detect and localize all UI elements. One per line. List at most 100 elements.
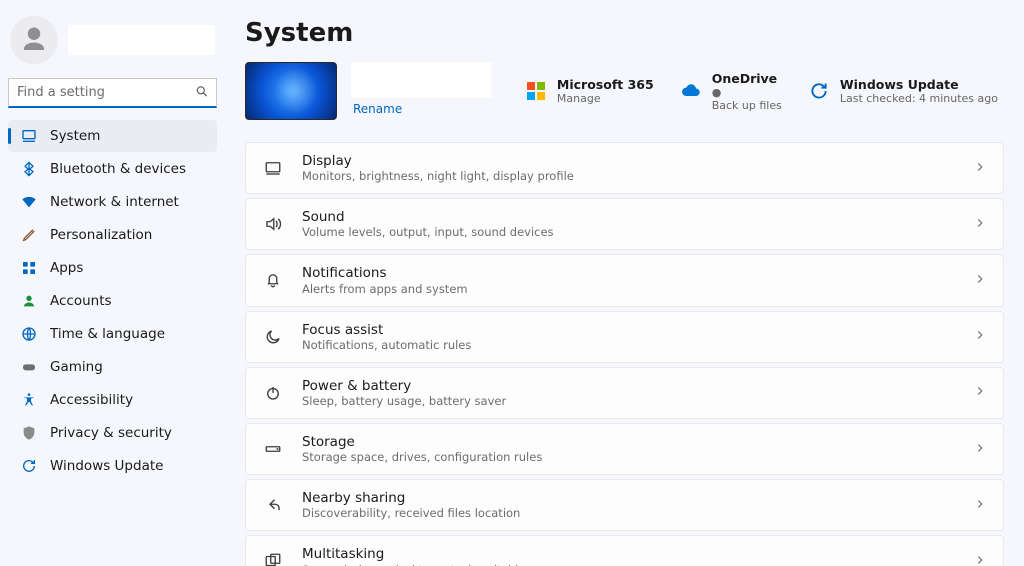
nav-system[interactable]: System <box>8 120 217 152</box>
nav-privacy[interactable]: Privacy & security <box>8 417 217 449</box>
moon-icon <box>262 326 284 348</box>
update-status-icon <box>808 80 830 102</box>
nav-label: Windows Update <box>50 458 163 474</box>
desktop-thumbnail[interactable] <box>245 62 337 120</box>
person-icon <box>19 25 49 55</box>
card-desc: Discoverability, received files location <box>302 506 955 520</box>
card-title: Nearby sharing <box>302 490 955 506</box>
card-notifications[interactable]: NotificationsAlerts from apps and system <box>245 254 1004 306</box>
profile-name-placeholder <box>68 25 215 55</box>
sound-icon <box>262 213 284 235</box>
card-title: Storage <box>302 434 955 450</box>
nav-time[interactable]: Time & language <box>8 318 217 350</box>
nav-accounts[interactable]: Accounts <box>8 285 217 317</box>
settings-list: DisplayMonitors, brightness, night light… <box>245 142 1004 566</box>
card-title: Sound <box>302 209 955 225</box>
card-desc: Notifications, automatic rules <box>302 338 955 352</box>
page-title: System <box>245 18 1004 48</box>
nav-list: System Bluetooth & devices Network & int… <box>8 120 217 482</box>
accessibility-icon <box>20 391 38 409</box>
apps-icon <box>20 259 38 277</box>
nav-label: System <box>50 128 100 144</box>
search-input[interactable] <box>8 78 217 108</box>
m365-sub: Manage <box>557 92 654 105</box>
nav-label: Bluetooth & devices <box>50 161 186 177</box>
nav-label: Privacy & security <box>50 425 172 441</box>
card-display[interactable]: DisplayMonitors, brightness, night light… <box>245 142 1004 194</box>
nav-network[interactable]: Network & internet <box>8 186 217 218</box>
chevron-right-icon <box>973 496 987 515</box>
shield-icon <box>20 424 38 442</box>
nav-label: Accounts <box>50 293 112 309</box>
search-box <box>8 78 217 108</box>
nav-label: Personalization <box>50 227 152 243</box>
onedrive-icon <box>680 80 702 102</box>
card-desc: Storage space, drives, configuration rul… <box>302 450 955 464</box>
update-title: Windows Update <box>840 77 998 92</box>
card-multitasking[interactable]: MultitaskingSnap windows, desktops, task… <box>245 535 1004 566</box>
nav-label: Network & internet <box>50 194 179 210</box>
card-storage[interactable]: StorageStorage space, drives, configurat… <box>245 423 1004 475</box>
card-power[interactable]: Power & batterySleep, battery usage, bat… <box>245 367 1004 419</box>
card-title: Notifications <box>302 265 955 281</box>
card-desc: Volume levels, output, input, sound devi… <box>302 225 955 239</box>
rename-link[interactable]: Rename <box>351 102 491 116</box>
chevron-right-icon <box>973 440 987 459</box>
microsoft365-icon <box>525 80 547 102</box>
card-nearby-sharing[interactable]: Nearby sharingDiscoverability, received … <box>245 479 1004 531</box>
card-desc: Snap windows, desktops, task switching <box>302 563 955 566</box>
main-content: System Rename Microsoft 365 Manage <box>225 0 1024 566</box>
profile-block[interactable] <box>8 10 217 76</box>
gaming-icon <box>20 358 38 376</box>
m365-title: Microsoft 365 <box>557 77 654 92</box>
windows-update-card[interactable]: Windows Update Last checked: 4 minutes a… <box>808 77 998 105</box>
card-title: Multitasking <box>302 546 955 562</box>
storage-icon <box>262 438 284 460</box>
nav-personalization[interactable]: Personalization <box>8 219 217 251</box>
card-title: Power & battery <box>302 378 955 394</box>
microsoft365-card[interactable]: Microsoft 365 Manage <box>525 77 654 105</box>
update-icon <box>20 457 38 475</box>
chevron-right-icon <box>973 215 987 234</box>
nav-bluetooth[interactable]: Bluetooth & devices <box>8 153 217 185</box>
nav-label: Time & language <box>50 326 165 342</box>
nav-label: Apps <box>50 260 83 276</box>
globe-icon <box>20 325 38 343</box>
card-title: Display <box>302 153 955 169</box>
chevron-right-icon <box>973 383 987 402</box>
chevron-right-icon <box>973 271 987 290</box>
display-icon <box>262 157 284 179</box>
power-icon <box>262 382 284 404</box>
nav-update[interactable]: Windows Update <box>8 450 217 482</box>
card-sound[interactable]: SoundVolume levels, output, input, sound… <box>245 198 1004 250</box>
bluetooth-icon <box>20 160 38 178</box>
onedrive-title: OneDrive <box>712 71 782 86</box>
chevron-right-icon <box>973 327 987 346</box>
onedrive-card[interactable]: OneDrive ●Back up files <box>680 71 782 112</box>
card-desc: Alerts from apps and system <box>302 282 955 296</box>
account-icon <box>20 292 38 310</box>
card-desc: Monitors, brightness, night light, displ… <box>302 169 955 183</box>
multitasking-icon <box>262 550 284 566</box>
card-desc: Sleep, battery usage, battery saver <box>302 394 955 408</box>
chevron-right-icon <box>973 552 987 566</box>
chevron-right-icon <box>973 159 987 178</box>
nav-label: Gaming <box>50 359 103 375</box>
nav-accessibility[interactable]: Accessibility <box>8 384 217 416</box>
system-icon <box>20 127 38 145</box>
nav-label: Accessibility <box>50 392 133 408</box>
card-title: Focus assist <box>302 322 955 338</box>
bell-icon <box>262 269 284 291</box>
avatar <box>10 16 58 64</box>
share-icon <box>262 494 284 516</box>
sidebar: System Bluetooth & devices Network & int… <box>0 0 225 566</box>
hero-row: Rename Microsoft 365 Manage <box>245 62 1004 120</box>
brush-icon <box>20 226 38 244</box>
card-focus-assist[interactable]: Focus assistNotifications, automatic rul… <box>245 311 1004 363</box>
nav-apps[interactable]: Apps <box>8 252 217 284</box>
wifi-icon <box>20 193 38 211</box>
onedrive-sub: Back up files <box>712 99 782 112</box>
nav-gaming[interactable]: Gaming <box>8 351 217 383</box>
device-name-placeholder <box>351 62 491 98</box>
update-sub: Last checked: 4 minutes ago <box>840 92 998 105</box>
